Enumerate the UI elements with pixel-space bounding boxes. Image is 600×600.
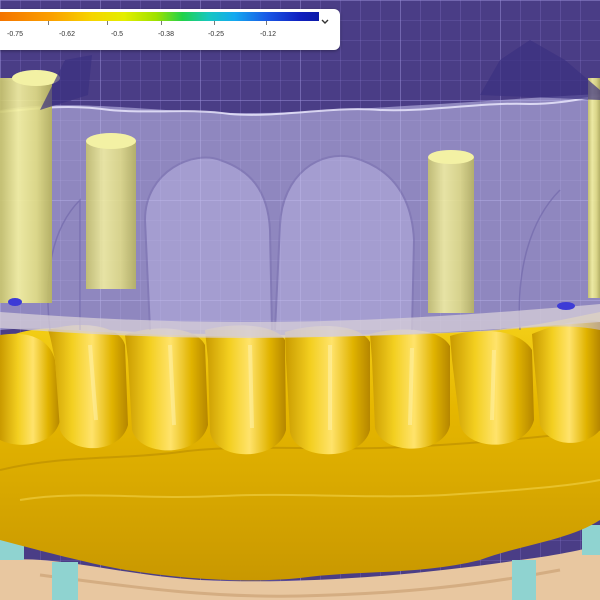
- gold-teeth: [0, 320, 600, 455]
- legend-tick-label: -0.62: [59, 31, 75, 38]
- implant-cylinder: [86, 133, 136, 289]
- implant-cylinder: [588, 78, 600, 298]
- legend-tick-label: -0.12: [260, 31, 276, 38]
- legend-tick-label: -0.25: [208, 31, 224, 38]
- legend-tick-label: -0.38: [158, 31, 174, 38]
- tick-mark: [48, 21, 49, 25]
- chevron-down-icon: [321, 19, 329, 24]
- tick-mark: [214, 21, 215, 25]
- tick-mark: [107, 21, 108, 25]
- 3d-viewport[interactable]: [0, 0, 600, 600]
- implant-cylinder: [428, 150, 474, 313]
- contact-mark: [557, 302, 575, 310]
- legend-ticks: [0, 21, 319, 26]
- tick-mark: [266, 21, 267, 25]
- legend-toggle-button[interactable]: [318, 15, 332, 29]
- contact-mark: [8, 298, 22, 306]
- legend-tick-label: -0.5: [110, 31, 124, 38]
- deviation-color-scale: [0, 12, 319, 21]
- tick-mark: [161, 21, 162, 25]
- legend-tick-label: -0.75: [7, 31, 23, 38]
- deviation-legend: -0.75 -0.62 -0.5 -0.38 -0.25 -0.12: [0, 9, 340, 50]
